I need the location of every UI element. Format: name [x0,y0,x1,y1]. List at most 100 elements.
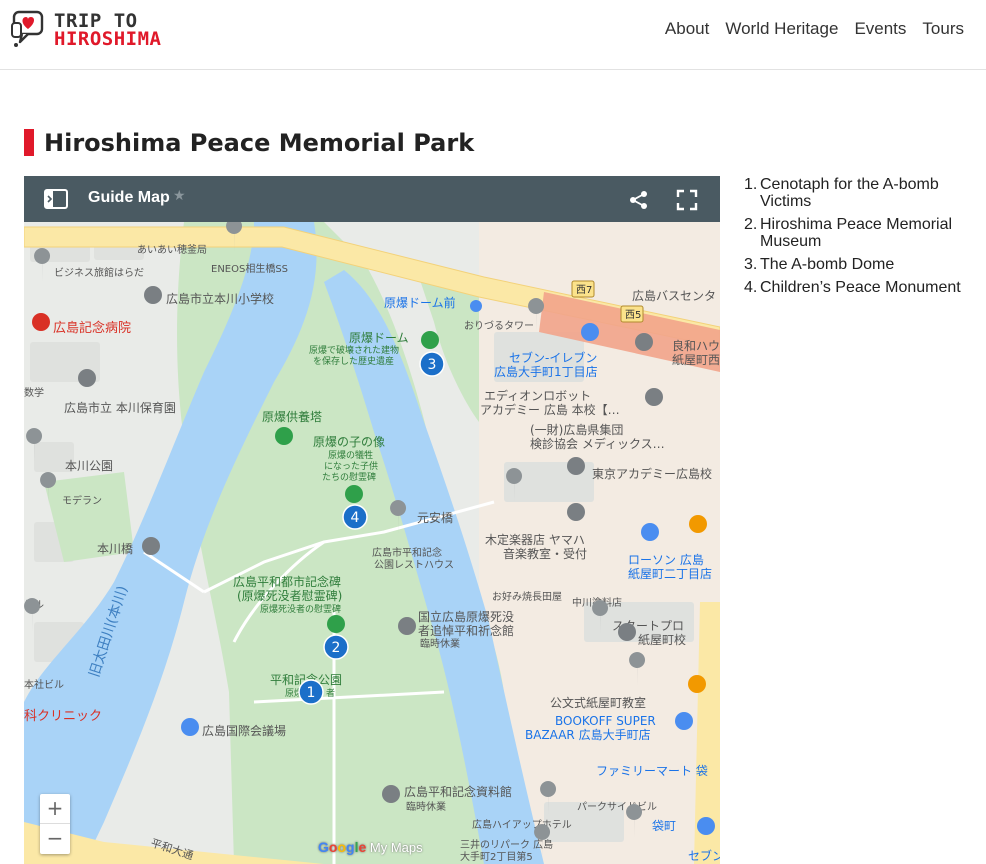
svg-text:本川公園: 本川公園 [65,459,113,473]
svg-text:原爆で破壊された建物: 原爆で破壊された建物 [309,344,399,356]
svg-text:広島平和記念資料館: 広島平和記念資料館 [404,784,512,799]
share-icon[interactable] [628,189,650,211]
label-nishi7: 西7 [576,285,592,296]
svg-text:エディオンロボット: エディオンロボット [484,388,591,403]
map-canvas[interactable]: 西7 西5 あいあい穂釜局 ENEOS相生橋SS ビジネス旅館はらだ おりづるタ… [24,222,720,864]
site-marker-3[interactable]: 3 [419,351,445,377]
sites-list: 1. Cenotaph for the A-bomb Victims 2. Hiro… [736,176,976,302]
svg-text:セブン-イレブン: セブン-イレブン [509,350,597,365]
site-item-3[interactable]: 3. The A-bomb Dome [736,256,976,273]
title-accent-bar [24,129,34,156]
svg-text:3: 3 [428,357,437,373]
svg-text:ローソン 広島: ローソン 広島 [628,552,704,567]
svg-text:2: 2 [332,640,341,656]
svg-text:検診協会 メディックス…: 検診協会 メディックス… [530,436,665,451]
map-title[interactable]: Guide Map [88,189,170,207]
svg-text:ビジネス旅館はらだ: ビジネス旅館はらだ [54,266,144,279]
svg-text:公文式紙屋町教室: 公文式紙屋町教室 [550,695,646,710]
svg-text:者追悼平和祈念館: 者追悼平和祈念館 [418,623,514,638]
svg-text:数学: 数学 [24,386,44,399]
zoom-in-button[interactable]: + [40,794,70,824]
svg-text:アカデミー 広島 本校【…: アカデミー 広島 本校【… [480,402,620,417]
label-yoshiwa: 良和ハウス [672,338,720,353]
svg-text:木定楽器店 ヤマハ: 木定楽器店 ヤマハ [485,532,585,547]
svg-text:1: 1 [307,685,316,701]
svg-text:広島平和都市記念碑: 広島平和都市記念碑 [233,574,341,589]
google-logo: Google [318,839,367,855]
svg-text:ファミリーマート 袋: ファミリーマート 袋 [596,764,708,778]
svg-text:になった子供: になった子供 [324,460,378,472]
label-museum-closed: 臨時休業 [406,800,446,813]
site-marker-2[interactable]: 2 [323,634,349,660]
svg-text:広島市立 本川保育園: 広島市立 本川保育園 [64,400,176,415]
svg-text:原爆供養塔: 原爆供養塔 [262,409,322,424]
svg-text:広島大手町1丁目店: 広島大手町1丁目店 [494,364,598,379]
label-kamiya: 紙屋町西 [672,352,720,367]
nav-world-heritage[interactable]: World Heritage [725,19,838,39]
svg-text:4: 4 [351,510,360,526]
svg-text:公園レストハウス: 公園レストハウス [374,559,454,571]
label-clinic: 科クリニック [24,709,102,724]
svg-text:たちの慰霊碑: たちの慰霊碑 [322,471,376,483]
site-item-1[interactable]: 1. Cenotaph for the A-bomb Victims [736,176,976,210]
svg-text:原爆死没者の慰霊碑: 原爆死没者の慰霊碑 [260,603,341,615]
svg-text:原爆の犠牲: 原爆の犠牲 [328,449,373,461]
site-item-2[interactable]: 2. Hiroshima Peace Memorial Museum [736,216,976,250]
svg-text:大手町2丁目第5: 大手町2丁目第5 [460,850,533,863]
svg-text:モデラン: モデラン [62,494,102,507]
map-toolbar: Guide Map ★ [24,176,720,222]
svg-text:本社ビル: 本社ビル [24,678,64,691]
logo-text-line2: HIROSHIMA [54,28,162,50]
label-hospital: 広島記念病院 [53,320,131,336]
site-marker-4[interactable]: 4 [342,504,368,530]
svg-text:(一財)広島県集団: (一財)広島県集団 [530,422,623,437]
label-hall-closed: 臨時休業 [420,637,460,650]
nav-events[interactable]: Events [854,19,906,39]
svg-text:者: 者 [326,688,335,699]
svg-text:紙屋町二丁目店: 紙屋町二丁目店 [628,566,712,581]
svg-text:ENEOS相生橋SS: ENEOS相生橋SS [211,262,288,275]
embedded-map[interactable]: Guide Map ★ 西7 西5 あいあい穂釜局 ENEOS相生橋SS ビジネ… [24,176,720,864]
side-panel-icon[interactable] [44,189,68,209]
svg-text:三井のリパーク 広島: 三井のリパーク 広島 [460,838,553,851]
label-nishi5: 西5 [625,310,641,321]
my-maps-label: My Maps [369,840,423,855]
svg-text:広島市平和記念: 広島市平和記念 [372,546,442,559]
site-item-4[interactable]: 4. Children’s Peace Monument [736,279,976,296]
svg-text:原爆ドーム: 原爆ドーム [349,331,409,345]
fullscreen-icon[interactable] [676,189,698,211]
svg-text:広島市立本川小学校: 広島市立本川小学校 [166,291,274,306]
logo-speech-heart-icon [11,10,44,47]
svg-text:BOOKOFF SUPER: BOOKOFF SUPER [555,714,656,728]
svg-text:国立広島原爆死没: 国立広島原爆死没 [418,609,514,624]
svg-text:広島ハイアップホテル: 広島ハイアップホテル [472,818,572,831]
svg-text:(原爆死没者慰霊碑): (原爆死没者慰霊碑) [237,588,342,603]
zoom-out-button[interactable]: − [40,824,70,854]
svg-text:セブン: セブン [688,848,720,863]
zoom-control: + − [40,794,70,854]
svg-text:あいあい穂釜局: あいあい穂釜局 [137,243,207,256]
svg-text:お好み焼長田屋: お好み焼長田屋 [492,591,562,603]
svg-text:原爆ドーム前: 原爆ドーム前 [384,295,456,310]
nav-about[interactable]: About [665,19,709,39]
site-header: TRIP TO HIROSHIMA About World Heritage E… [0,0,986,70]
svg-text:本川橋: 本川橋 [97,542,133,556]
star-icon[interactable]: ★ [173,188,186,204]
svg-text:広島国際会議場: 広島国際会議場 [202,723,286,738]
page-title: Hiroshima Peace Memorial Park [44,129,475,157]
google-my-maps-attribution: Google My Maps [318,839,423,855]
svg-text:紙屋町校: 紙屋町校 [638,632,686,647]
site-logo[interactable]: TRIP TO HIROSHIMA [10,9,180,51]
site-marker-1[interactable]: 1 [298,679,324,705]
svg-text:音楽教室・受付: 音楽教室・受付 [503,546,587,561]
svg-text:広島バスセンタ: 広島バスセンタ [632,288,716,303]
nav-tours[interactable]: Tours [922,19,964,39]
svg-text:おりづるタワー: おりづるタワー [464,320,534,332]
main-nav: About World Heritage Events Tours [665,19,964,39]
svg-text:BAZAAR 広島大手町店: BAZAAR 広島大手町店 [525,727,651,742]
svg-text:元安橋: 元安橋 [417,510,453,525]
svg-text:パークサイドビル: パークサイドビル [577,801,657,813]
svg-text:東京アカデミー広島校: 東京アカデミー広島校 [592,466,712,481]
svg-text:を保存した歴史遺産: を保存した歴史遺産 [313,355,394,367]
svg-text:袋町: 袋町 [652,819,676,833]
